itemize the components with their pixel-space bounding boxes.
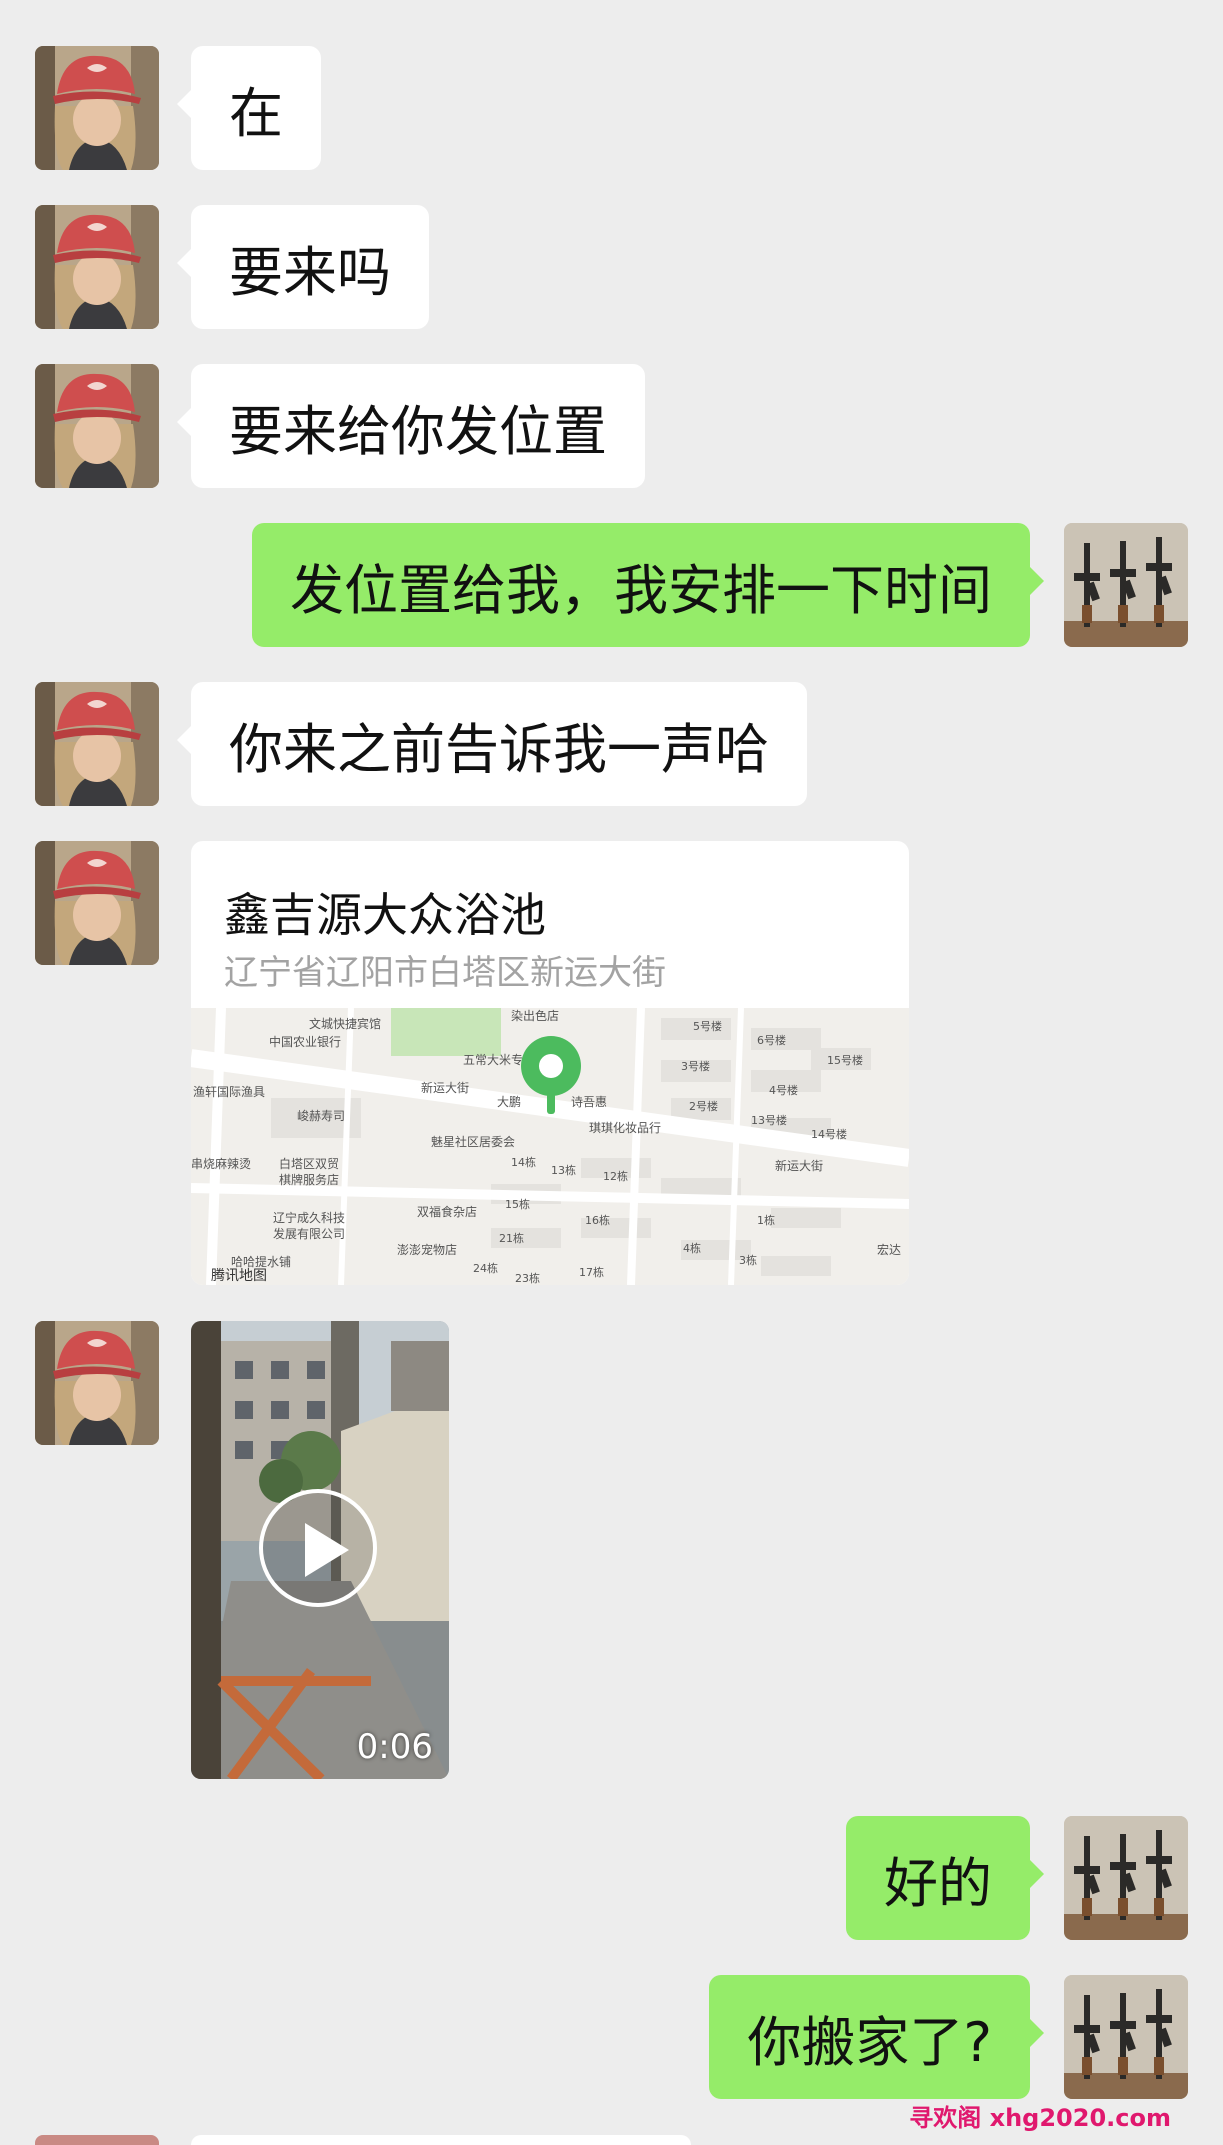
self-avatar[interactable] <box>1064 1816 1188 1940</box>
map-label: 发展有限公司 <box>273 1226 345 1241</box>
woman-red-cap-avatar-icon <box>35 682 159 806</box>
message-bubble-incoming[interactable]: 在 <box>177 46 321 170</box>
map-label: 15栋 <box>505 1197 530 1211</box>
woman-red-cap-avatar-icon <box>35 841 159 965</box>
map-label: 染出色店 <box>511 1008 559 1023</box>
map-label: 新运大街 <box>775 1158 823 1173</box>
message-bubble-outgoing[interactable]: 你搬家了? <box>709 1975 1044 2099</box>
self-avatar[interactable] <box>1064 1975 1188 2099</box>
map-label: 13栋 <box>551 1163 576 1177</box>
map-label: 16栋 <box>585 1213 610 1227</box>
map-label: 4号楼 <box>769 1083 798 1097</box>
map-label: 峻赫寿司 <box>297 1108 345 1123</box>
map-label: 5号楼 <box>693 1019 722 1033</box>
woman-red-cap-avatar-icon <box>35 46 159 170</box>
message-text: 要来吗 <box>229 240 391 304</box>
map-label: 2号楼 <box>689 1099 718 1113</box>
map-label: 15号楼 <box>827 1053 863 1067</box>
message-text: 好的 <box>884 1851 992 1915</box>
rifles-avatar-icon <box>1064 1975 1188 2099</box>
map-label: 23栋 <box>515 1271 540 1285</box>
video-message[interactable]: 0:06 <box>191 1321 449 1779</box>
location-address: 辽宁省辽阳市白塔区新运大街 <box>224 953 666 993</box>
contact-avatar[interactable] <box>35 364 159 488</box>
contact-avatar[interactable] <box>35 205 159 329</box>
map-label: 12栋 <box>603 1169 628 1183</box>
message-bubble-partial <box>191 2135 691 2145</box>
woman-red-cap-avatar-icon <box>35 205 159 329</box>
map-label: 哈哈提水铺 <box>231 1254 291 1269</box>
map-label: 诗吾惠 <box>571 1095 607 1109</box>
map-label: 24栋 <box>473 1261 498 1275</box>
message-text: 发位置给我，我安排一下时间 <box>290 558 992 622</box>
map-label: 文城快捷宾馆 <box>309 1016 381 1031</box>
map-label: 14栋 <box>511 1155 536 1169</box>
map-label: 1栋 <box>757 1213 775 1227</box>
contact-avatar[interactable] <box>35 46 159 170</box>
map-label: 13号楼 <box>751 1113 787 1127</box>
watermark: 寻欢阁 xhg2020.com <box>909 2104 1171 2132</box>
map-label: 3栋 <box>739 1253 757 1267</box>
message-text: 要来给你发位置 <box>229 399 607 463</box>
map-label: 白塔区双贸 <box>279 1156 339 1171</box>
contact-avatar[interactable] <box>35 1321 159 1445</box>
map-label: 五常大米专 <box>463 1052 523 1067</box>
map-label: 3号楼 <box>681 1059 710 1073</box>
map-label: 17栋 <box>579 1265 604 1279</box>
self-avatar[interactable] <box>1064 523 1188 647</box>
video-duration: 0:06 <box>356 1727 433 1767</box>
rifles-avatar-icon <box>1064 523 1188 647</box>
message-text: 你来之前告诉我一声哈 <box>229 717 769 781</box>
location-title: 鑫吉源大众浴池 <box>224 888 546 942</box>
map-label: 澎澎宠物店 <box>397 1242 457 1257</box>
map-label: 21栋 <box>499 1231 524 1245</box>
map-label: 棋牌服务店 <box>279 1172 339 1187</box>
map-label: 中国农业银行 <box>269 1034 341 1049</box>
map-label: 魅星社区居委会 <box>431 1134 515 1149</box>
location-map[interactable]: 文城快捷宾馆 染出色店 中国农业银行 五常大米专 新运大街 渔轩国际渔具 峻赫寿… <box>191 1007 909 1285</box>
map-label: 串烧麻辣烫 <box>191 1156 251 1171</box>
woman-red-cap-avatar-icon <box>35 1321 159 1445</box>
map-label: 4栋 <box>683 1241 701 1255</box>
map-label: 辽宁成久科技 <box>273 1210 345 1225</box>
rifles-avatar-icon <box>1064 1816 1188 1940</box>
map-label: 琪琪化妆品行 <box>589 1121 661 1135</box>
message-bubble-incoming[interactable]: 要来给你发位置 <box>177 364 645 488</box>
map-label: 6号楼 <box>757 1033 786 1047</box>
message-text: 在 <box>229 81 283 145</box>
map-label: 宏达 <box>877 1242 901 1257</box>
location-card[interactable]: 鑫吉源大众浴池 辽宁省辽阳市白塔区新运大街 文城快捷宾馆 染出色店 中国农业银行… <box>191 841 909 1285</box>
play-icon[interactable] <box>259 1489 377 1607</box>
contact-avatar[interactable] <box>35 682 159 806</box>
message-bubble-incoming[interactable]: 你来之前告诉我一声哈 <box>177 682 807 806</box>
map-label: 渔轩国际渔具 <box>193 1085 265 1099</box>
message-bubble-incoming[interactable]: 要来吗 <box>177 205 429 329</box>
map-label: 大鹏 <box>497 1095 521 1109</box>
contact-avatar[interactable] <box>35 841 159 965</box>
contact-avatar-partial <box>35 2135 159 2145</box>
message-text: 你搬家了? <box>747 2010 992 2074</box>
message-bubble-outgoing[interactable]: 发位置给我，我安排一下时间 <box>252 523 1044 647</box>
map-label: 14号楼 <box>811 1127 847 1141</box>
woman-red-cap-avatar-icon <box>35 364 159 488</box>
message-bubble-outgoing[interactable]: 好的 <box>846 1816 1044 1940</box>
map-label: 双福食杂店 <box>417 1204 477 1219</box>
map-brand: 腾讯地图 <box>211 1267 267 1284</box>
map-label: 新运大街 <box>421 1080 469 1095</box>
